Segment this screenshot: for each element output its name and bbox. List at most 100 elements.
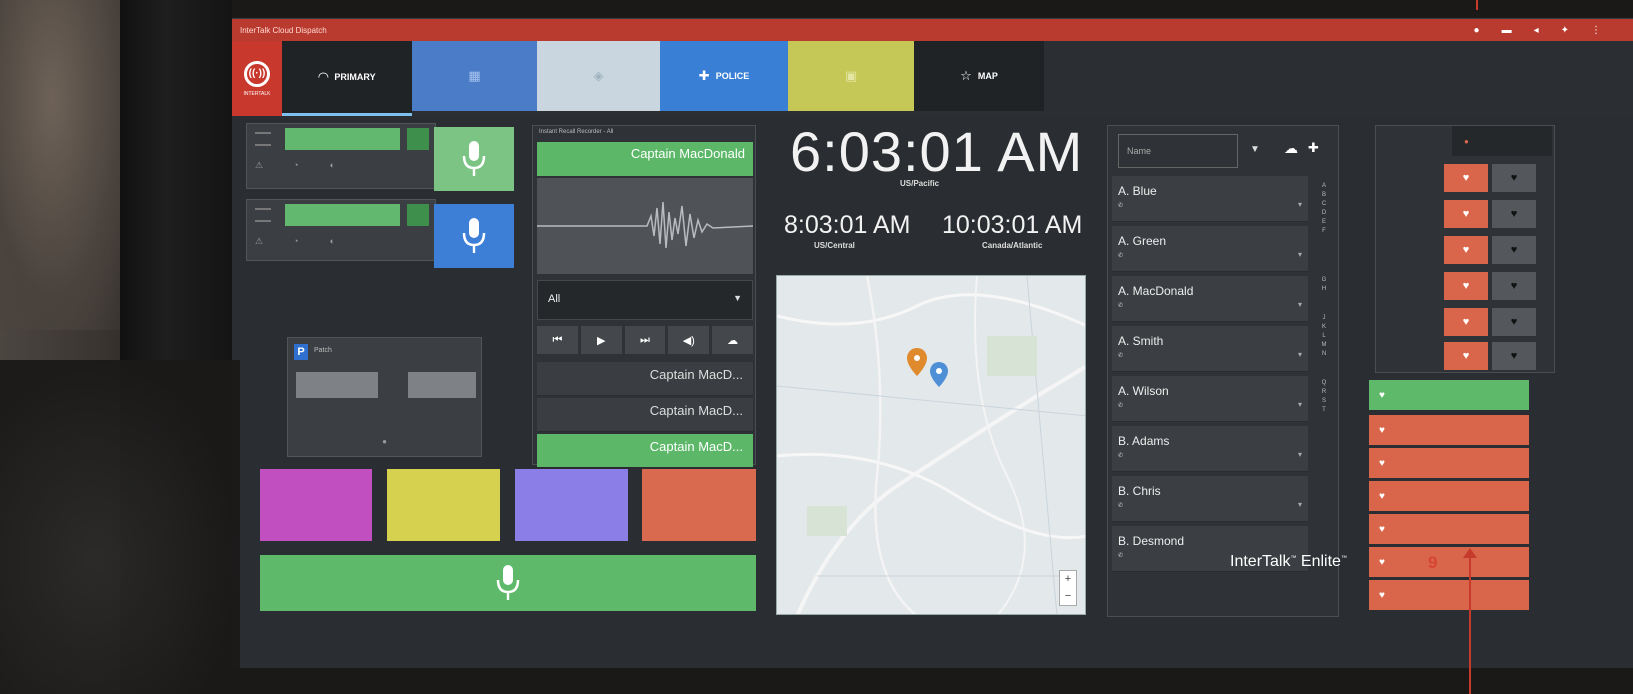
download-cloud-icon[interactable]: ☁ xyxy=(712,326,753,354)
chevron-down-icon[interactable]: ▾ xyxy=(1298,500,1302,509)
unit-row[interactable]: ♥ ♥ xyxy=(1376,304,1556,340)
unit-icon: ♥ xyxy=(1379,589,1385,601)
unit-list-item[interactable]: ♥ xyxy=(1369,448,1529,478)
chevron-down-icon[interactable]: ▾ xyxy=(1298,250,1302,259)
cloud-icon[interactable]: ☁ xyxy=(1284,140,1298,157)
alert-button-violet[interactable] xyxy=(515,469,628,541)
restore-icon[interactable]: ◂ xyxy=(1534,25,1539,36)
contact-item[interactable]: B. Chris ✆ ▾ xyxy=(1112,476,1308,522)
minimize-icon[interactable]: ▬ xyxy=(1502,25,1512,36)
alert-icon[interactable]: ⚠ xyxy=(255,236,263,247)
clock-icon[interactable]: ◔ xyxy=(293,236,298,247)
chevron-down-icon[interactable]: ▼ xyxy=(1250,144,1260,155)
unit-list-item[interactable]: ♥ xyxy=(1369,514,1529,544)
recorded-call-selected[interactable]: Captain MacD... xyxy=(537,434,753,468)
unit-status-button[interactable]: ♥ xyxy=(1492,236,1536,264)
contact-item[interactable]: B. Adams ✆ ▾ xyxy=(1112,426,1308,472)
unit-respond-button[interactable]: ♥ xyxy=(1444,200,1488,228)
unit-list-item[interactable]: ♥ xyxy=(1369,547,1529,577)
clock-icon[interactable]: ◔ xyxy=(293,160,298,171)
unit-status-button[interactable]: ♥ xyxy=(1492,164,1536,192)
unit-row[interactable]: ♥ ♥ xyxy=(1376,232,1556,268)
add-user-icon[interactable]: ✚ xyxy=(1308,140,1319,156)
unit-row[interactable]: ♥ ♥ xyxy=(1376,196,1556,232)
unit-respond-button[interactable]: ♥ xyxy=(1444,272,1488,300)
tab-blue[interactable]: ▦ xyxy=(412,41,537,111)
chevron-down-icon[interactable]: ▾ xyxy=(1298,350,1302,359)
more-icon[interactable]: ⋮ xyxy=(1591,25,1601,36)
alert-icon[interactable]: ⚠ xyxy=(255,160,263,171)
channel-widget-1[interactable]: ⚠ ◔ ◖ xyxy=(246,123,436,189)
chevron-down-icon: ▼ xyxy=(733,293,742,303)
recorder-filter-select[interactable]: All ▼ xyxy=(537,280,753,320)
help-icon[interactable]: ● xyxy=(1474,25,1480,36)
tab-map[interactable]: ☆ MAP xyxy=(914,41,1044,111)
play-icon[interactable]: ▶ xyxy=(580,326,622,354)
clock-tertiary: 10:03:01 AM xyxy=(942,211,1083,239)
unit-status-button[interactable]: ♥ xyxy=(1492,200,1536,228)
contact-item[interactable]: A. Smith ✆ ▾ xyxy=(1112,326,1308,372)
unit-icon: ♥ xyxy=(1379,457,1385,469)
alphabet-index[interactable]: ABCDEF GH JKLMN QRST xyxy=(1314,182,1334,415)
contact-search-input[interactable]: Name xyxy=(1118,134,1238,168)
volume-icon[interactable]: ◀) xyxy=(668,326,710,354)
chevron-down-icon[interactable]: ▾ xyxy=(1298,300,1302,309)
unit-list-item[interactable]: ♥ xyxy=(1369,481,1529,511)
contact-item[interactable]: A. Green ✆ ▾ xyxy=(1112,226,1308,272)
alert-button-yellow[interactable] xyxy=(387,469,500,541)
map-view[interactable]: + − xyxy=(776,275,1086,615)
tab-police[interactable]: ✚ POLICE xyxy=(660,41,788,111)
recorder-current-call[interactable]: Captain MacDonald xyxy=(537,142,753,176)
unit-respond-button[interactable]: ♥ xyxy=(1444,308,1488,336)
patch-active-button[interactable] xyxy=(408,372,476,398)
channel-widget-2[interactable]: ⚠ ◔ ◖ xyxy=(246,199,436,261)
skip-back-icon[interactable]: ⏮ xyxy=(537,326,578,354)
callout-line-top xyxy=(1476,0,1478,10)
unit-row[interactable]: ♥ ♥ xyxy=(1376,268,1556,304)
settings-icon[interactable]: ✦ xyxy=(1561,25,1569,36)
unit-icon: ♥ xyxy=(1379,523,1385,535)
skip-forward-icon[interactable]: ⏭ xyxy=(624,326,666,354)
zoom-in-button[interactable]: + xyxy=(1060,571,1076,588)
menu-icon[interactable] xyxy=(255,208,271,222)
mic-button-1[interactable] xyxy=(434,127,514,191)
unit-status-button[interactable]: ♥ xyxy=(1492,308,1536,336)
phone-icon: ✆ xyxy=(1118,553,1124,559)
speaker-icon[interactable]: ◖ xyxy=(329,236,334,247)
tab-light[interactable]: ◈ xyxy=(537,41,660,111)
unit-status-button[interactable]: ♥ xyxy=(1492,342,1536,370)
unit-status-button[interactable]: ♥ xyxy=(1492,272,1536,300)
unit-respond-button[interactable]: ♥ xyxy=(1444,342,1488,370)
tab-blue-icon: ▦ xyxy=(468,68,481,83)
mic-button-2[interactable] xyxy=(434,204,514,268)
zoom-out-button[interactable]: − xyxy=(1060,588,1076,605)
chevron-down-icon[interactable]: ▾ xyxy=(1298,450,1302,459)
patch-monitor-button[interactable] xyxy=(296,372,378,398)
channel-header[interactable] xyxy=(285,128,400,150)
tab-primary[interactable]: ◠ PRIMARY xyxy=(282,41,412,116)
unit-row[interactable]: ♥ ♥ xyxy=(1376,160,1556,196)
waveform[interactable] xyxy=(537,178,754,274)
title-bar: InterTalk Cloud Dispatch ● ▬ ◂ ✦ ⋮ xyxy=(232,19,1633,41)
chevron-down-icon[interactable]: ▾ xyxy=(1298,200,1302,209)
unit-list-item[interactable]: ♥ xyxy=(1369,580,1529,610)
unit-list-item-selected[interactable]: ♥ xyxy=(1369,380,1529,410)
chevron-down-icon[interactable]: ▾ xyxy=(1298,400,1302,409)
alert-button-orange[interactable] xyxy=(642,469,756,541)
push-to-talk-button[interactable] xyxy=(260,555,756,611)
menu-icon[interactable] xyxy=(255,132,271,146)
contact-item[interactable]: A. Blue ✆ ▾ xyxy=(1112,176,1308,222)
channel-header[interactable] xyxy=(285,204,400,226)
recorded-call[interactable]: Captain MacD... xyxy=(537,362,753,396)
unit-respond-button[interactable]: ♥ xyxy=(1444,236,1488,264)
transmit-all-patched-button[interactable]: ● xyxy=(288,426,481,456)
tab-yellow[interactable]: ▣ xyxy=(788,41,914,111)
unit-row[interactable]: ♥ ♥ xyxy=(1376,338,1556,374)
contact-item[interactable]: A. Wilson ✆ ▾ xyxy=(1112,376,1308,422)
contact-item[interactable]: A. MacDonald ✆ ▾ xyxy=(1112,276,1308,322)
alert-button-magenta[interactable] xyxy=(260,469,372,541)
unit-respond-button[interactable]: ♥ xyxy=(1444,164,1488,192)
speaker-icon[interactable]: ◖ xyxy=(329,160,334,171)
recorded-call[interactable]: Captain MacD... xyxy=(537,398,753,432)
unit-list-item[interactable]: ♥ xyxy=(1369,415,1529,445)
